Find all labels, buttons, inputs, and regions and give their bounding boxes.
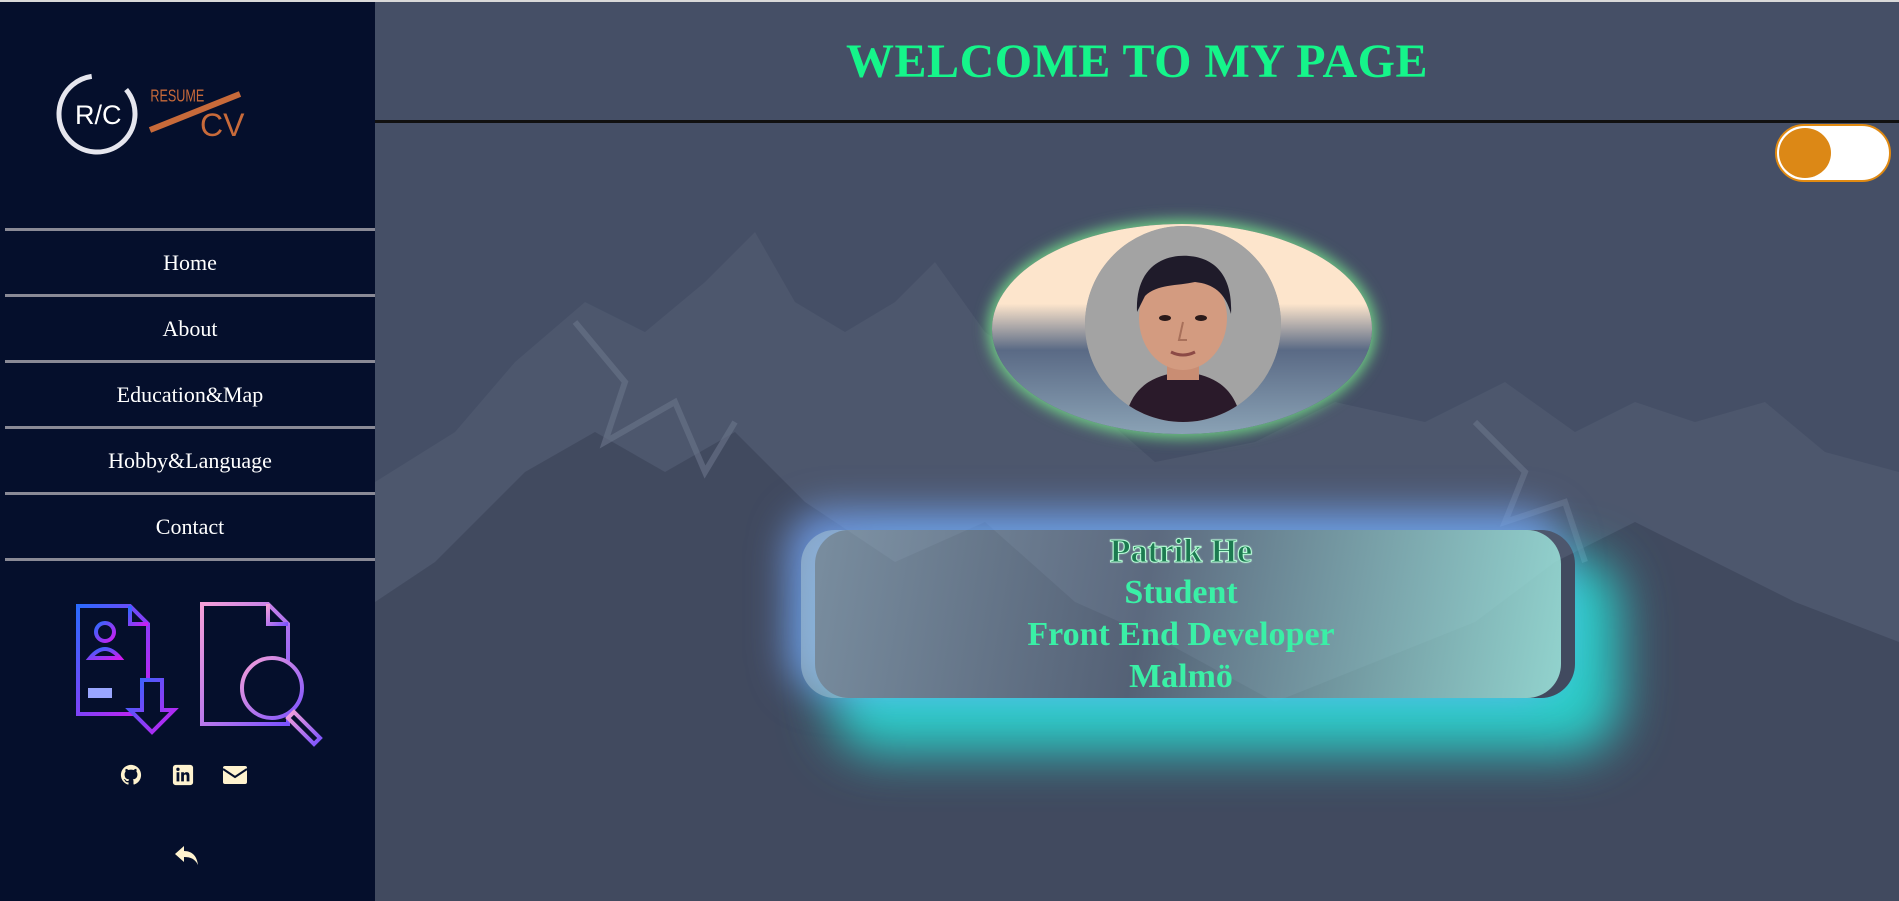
- nav-hobby-language-label: Hobby&Language: [108, 447, 272, 473]
- main-nav: Home About Education&Map Hobby&Language …: [5, 228, 375, 561]
- page-header: WELCOME TO MY PAGE: [375, 2, 1899, 123]
- avatar[interactable]: [1085, 226, 1281, 422]
- mountain-background: [375, 232, 1899, 901]
- reply-arrow-icon[interactable]: [172, 840, 202, 870]
- nav-home-label: Home: [163, 249, 217, 275]
- main-content: WELCOME TO MY PAGE Patrik He Student Fro…: [375, 2, 1899, 901]
- document-search-icon: [200, 602, 323, 747]
- page: R/C RESUME CV Home About Education&Map H…: [0, 0, 1899, 901]
- nav-home[interactable]: Home: [5, 231, 375, 297]
- profile-role: Student: [1124, 574, 1238, 611]
- sidebar: R/C RESUME CV Home About Education&Map H…: [0, 2, 375, 901]
- profile-card: Patrik He Student Front End Developer Ma…: [801, 530, 1561, 698]
- theme-toggle[interactable]: [1775, 124, 1891, 182]
- social-links: [116, 760, 250, 790]
- logo[interactable]: R/C RESUME CV: [55, 64, 255, 164]
- document-illustrations: [70, 602, 335, 752]
- nav-about[interactable]: About: [5, 297, 375, 363]
- logo-word-bottom: CV: [200, 107, 245, 143]
- page-title: WELCOME TO MY PAGE: [846, 34, 1428, 88]
- profile-name: Patrik He: [1109, 533, 1253, 571]
- nav-about-label: About: [162, 315, 218, 341]
- toggle-knob: [1779, 128, 1831, 178]
- mail-icon[interactable]: [220, 760, 250, 790]
- nav-contact[interactable]: Contact: [5, 495, 375, 561]
- profile-title: Front End Developer: [1027, 616, 1335, 653]
- logo-word-top: RESUME: [150, 87, 204, 107]
- nav-education-map-label: Education&Map: [116, 381, 264, 407]
- logo-initials: R/C: [75, 100, 122, 130]
- resume-download-icon: [76, 604, 179, 735]
- nav-contact-label: Contact: [155, 513, 225, 539]
- linkedin-icon[interactable]: [168, 760, 198, 790]
- github-icon[interactable]: [116, 760, 146, 790]
- nav-education-map[interactable]: Education&Map: [5, 363, 375, 429]
- profile-frame: [992, 224, 1372, 434]
- profile-city: Malmö: [1129, 658, 1233, 695]
- nav-hobby-language[interactable]: Hobby&Language: [5, 429, 375, 495]
